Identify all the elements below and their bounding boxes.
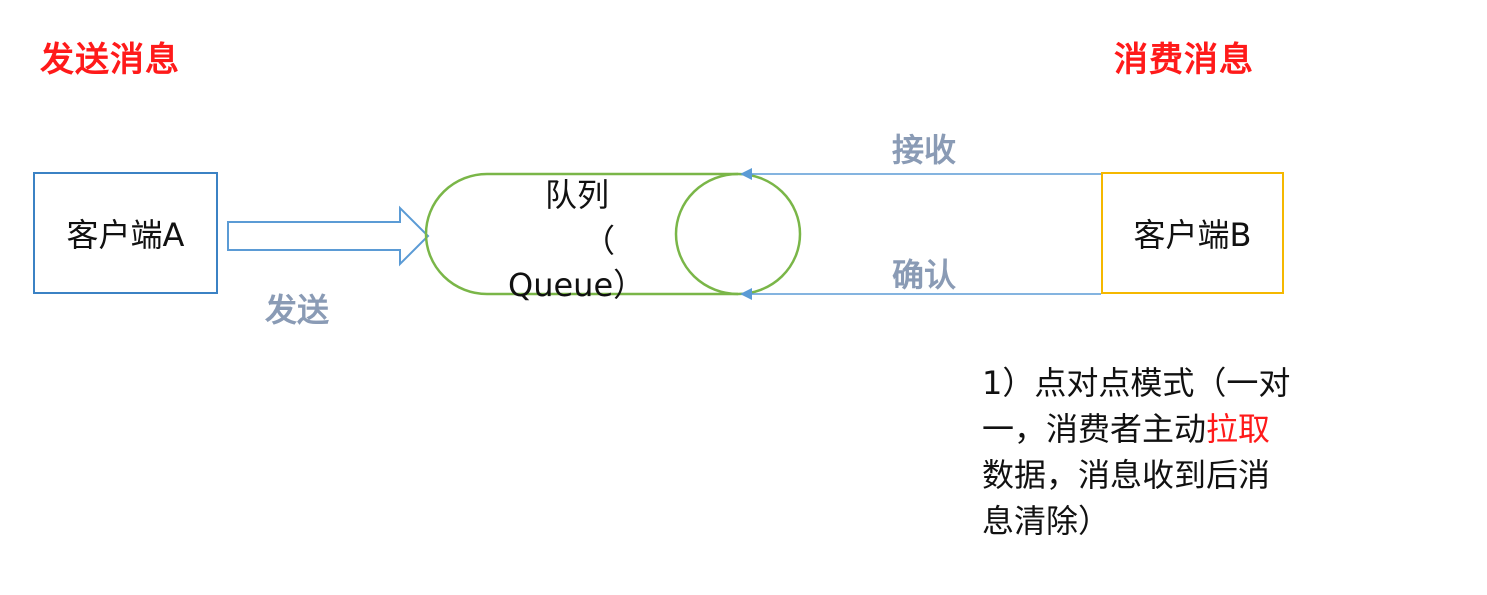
send-edge-label: 发送 [265,291,330,329]
note-line-4: 息清除） [982,502,1111,540]
note-line-2: 一，消费者主动拉取 [982,406,1270,452]
receive-edge-label: 接收 [892,131,957,169]
client-a-label: 客户端A [66,216,185,254]
note-highlight-pull: 拉取 [1206,410,1271,448]
send-arrow [227,205,430,267]
note-line-1: 1）点对点模式（一对 [982,364,1291,402]
client-a-node: 客户端A [33,172,218,294]
queue-label-line2: （ [583,222,616,260]
receive-arrowhead [740,168,752,180]
queue-label-line3: Queue） [508,266,646,304]
note-line-2-text: 一，消费者主动 [982,410,1207,448]
diagram-canvas [227,168,1101,300]
queue-label-line1: 队列 [545,176,610,214]
client-b-label: 客户端B [1133,216,1252,254]
confirm-edge-label: 确认 [892,256,957,294]
queue-end-circle [674,172,802,296]
note-line-3: 数据，消息收到后消 [982,456,1271,494]
confirm-arrowhead [740,288,752,300]
client-b-node: 客户端B [1101,172,1284,294]
